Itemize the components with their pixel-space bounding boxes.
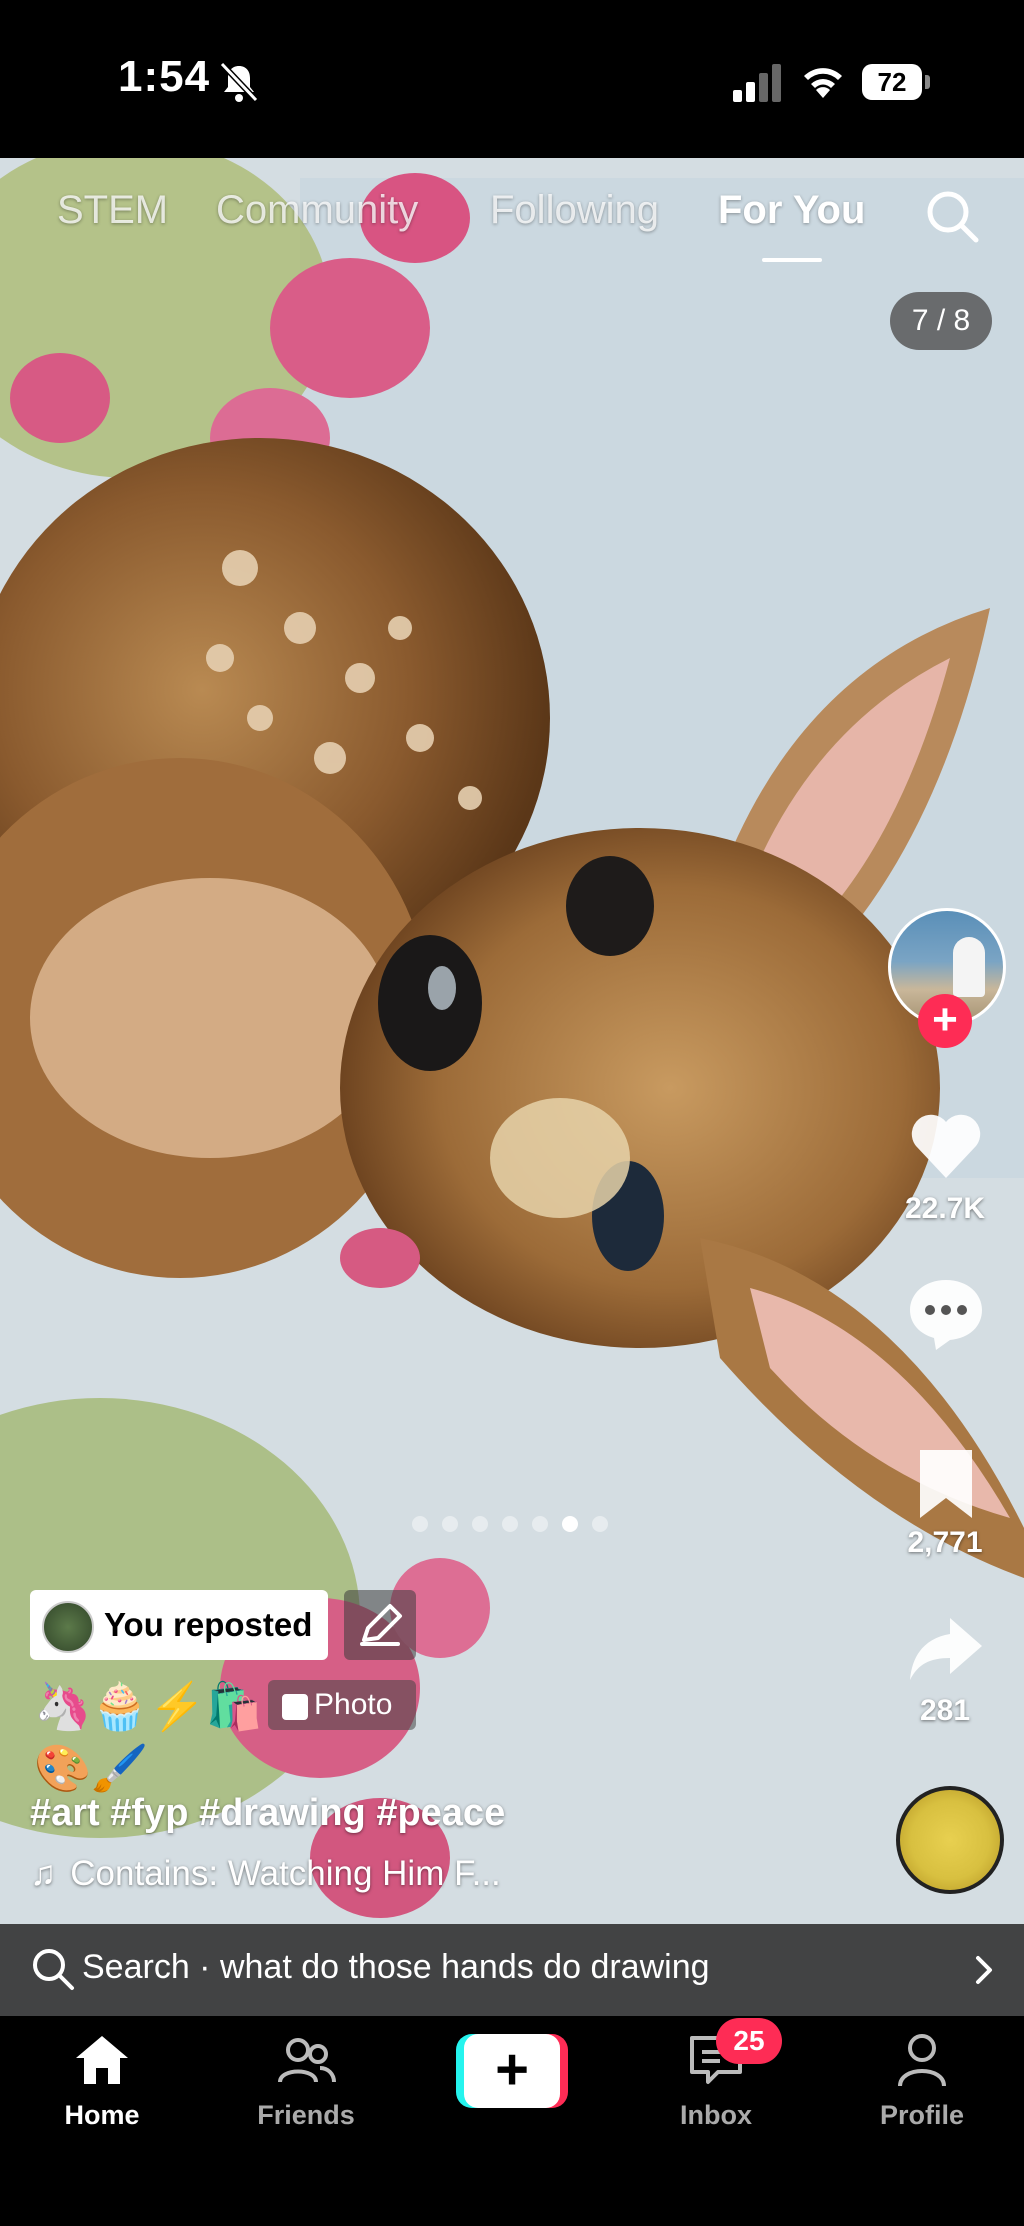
sound-label[interactable]: ♫ Contains: Watching Him F... <box>30 1854 501 1894</box>
profile-icon <box>898 2034 946 2087</box>
active-tab-underline <box>762 258 822 262</box>
plus-icon: + <box>464 2034 560 2108</box>
caption-emojis-line1: 🦄🧁⚡🛍️ <box>34 1680 264 1732</box>
search-icon[interactable] <box>924 188 980 244</box>
battery-indicator: 72 <box>862 64 932 100</box>
music-disc[interactable] <box>896 1786 1004 1894</box>
wifi-icon <box>804 68 842 98</box>
battery-nub <box>925 75 930 89</box>
tab-for-you[interactable]: For You <box>718 188 865 233</box>
inbox-badge: 25 <box>716 2018 782 2064</box>
share-icon[interactable] <box>906 1610 986 1690</box>
pencil-icon <box>360 1604 402 1646</box>
status-time: 1:54 <box>118 52 211 101</box>
comment-icon[interactable] <box>906 1272 986 1352</box>
tab-community[interactable]: Community <box>216 188 418 233</box>
nav-friends-label: Friends <box>257 2100 355 2130</box>
carousel-dot[interactable] <box>412 1516 428 1532</box>
heart-icon[interactable] <box>906 1106 986 1186</box>
carousel-dot[interactable] <box>442 1516 458 1532</box>
bookmark-count: 2,771 <box>907 1526 983 1559</box>
carousel-dot[interactable] <box>502 1516 518 1532</box>
search-suggestion-bar[interactable]: Search · what do those hands do drawing <box>0 1924 1024 2016</box>
status-bar: 1:54 72 <box>0 0 1024 158</box>
tab-following[interactable]: Following <box>490 188 659 233</box>
cellular-signal-icon <box>733 64 781 102</box>
like-count: 22.7K <box>904 1192 986 1225</box>
caption-hashtags[interactable]: #art #fyp #drawing #peace <box>30 1792 505 1835</box>
bell-muted-icon <box>219 61 259 103</box>
reposted-label: You reposted <box>104 1606 313 1643</box>
nav-home-label: Home <box>64 2100 140 2130</box>
battery-level: 72 <box>862 64 922 100</box>
create-button[interactable]: + <box>456 2034 568 2108</box>
top-feed-tabs: STEM Community Following For You <box>0 188 1024 268</box>
friends-icon <box>278 2038 336 2083</box>
watercolor-fawn-painting <box>0 158 1024 2016</box>
photo-icon <box>282 1694 308 1720</box>
reposted-chip[interactable]: You reposted <box>30 1590 328 1660</box>
photo-counter: 7 / 8 <box>890 292 992 350</box>
nav-inbox-label: Inbox <box>680 2100 752 2130</box>
reposter-avatar <box>42 1601 94 1653</box>
nav-profile-label: Profile <box>879 2100 965 2130</box>
carousel-dot[interactable] <box>472 1516 488 1532</box>
tab-stem[interactable]: STEM <box>57 188 168 233</box>
share-count: 281 <box>919 1694 971 1727</box>
photo-badge: Photo <box>268 1680 416 1730</box>
home-icon <box>76 2036 128 2084</box>
photo-badge-label: Photo <box>314 1688 393 1721</box>
search-suggestion-icon <box>33 1949 74 1990</box>
follow-button[interactable]: + <box>918 994 972 1048</box>
caption-emojis-line2: 🎨🖌️ <box>34 1742 149 1794</box>
chevron-right-icon <box>976 1956 992 1984</box>
carousel-dots <box>412 1514 608 1534</box>
sound-title: Contains: Watching Him F... <box>70 1854 501 1893</box>
bookmark-icon[interactable] <box>906 1444 986 1524</box>
carousel-dot[interactable] <box>592 1516 608 1532</box>
edit-repost-button[interactable] <box>344 1590 416 1660</box>
music-note-icon: ♫ <box>30 1854 57 1893</box>
carousel-dot[interactable] <box>532 1516 548 1532</box>
carousel-dot-active[interactable] <box>562 1516 578 1532</box>
avatar-ghost-figure <box>953 937 985 997</box>
search-suggestion-text: Search · what do those hands do drawing <box>82 1948 710 1986</box>
post-photo[interactable] <box>0 158 1024 2016</box>
